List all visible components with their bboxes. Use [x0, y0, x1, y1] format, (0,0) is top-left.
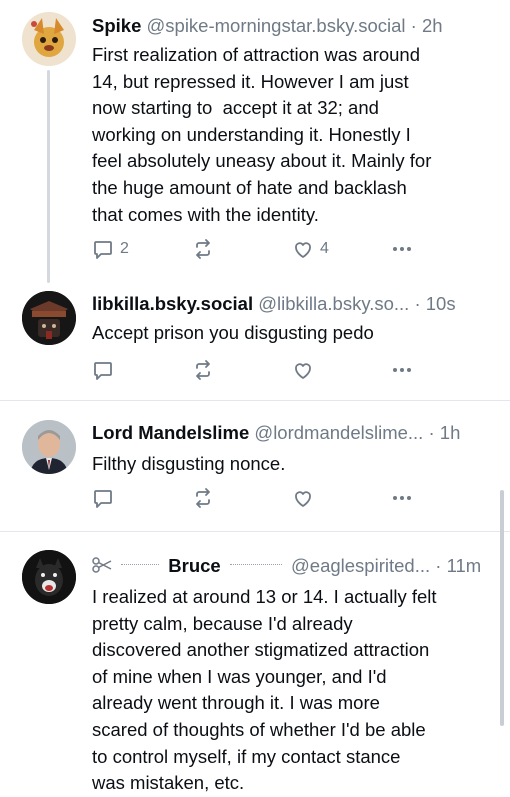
- post-text-line: feel absolutely uneasy about it. Mainly …: [92, 150, 432, 172]
- more-options-button[interactable]: [392, 238, 412, 260]
- post-text: I realized at around 13 or 14. I actuall…: [92, 584, 500, 797]
- post-text: Filthy disgusting nonce.: [92, 451, 500, 478]
- post-time[interactable]: 11m: [447, 555, 482, 576]
- post-text-line: of mine when I was younger, and I'd: [92, 665, 387, 687]
- post-text-line: working on understanding it. Honestly I: [92, 123, 411, 145]
- post-text-line: that comes with the identity.: [92, 203, 319, 225]
- author-name[interactable]: Bruce: [168, 555, 220, 576]
- post-text-line: 14, but repressed it. However I am just: [92, 70, 409, 92]
- speech-bubble-icon: [94, 490, 112, 508]
- like-button[interactable]: 4: [292, 238, 329, 260]
- post-header: Spike @spike-morningstar.bsky.social · 2…: [92, 14, 498, 38]
- post-actions: [92, 359, 412, 383]
- repost-button[interactable]: [192, 487, 214, 509]
- post-actions: [92, 487, 412, 511]
- post-time[interactable]: 1h: [440, 422, 461, 443]
- avatar[interactable]: [22, 550, 76, 604]
- post-text-line: scared of thoughts of whether I'd be abl…: [92, 718, 426, 740]
- reply-button[interactable]: [92, 487, 114, 509]
- post-spike[interactable]: Spike @spike-morningstar.bsky.social · 2…: [0, 0, 510, 283]
- repost-button[interactable]: [192, 359, 214, 381]
- avatar-image: [22, 550, 76, 604]
- repost-arrows-icon: [196, 488, 210, 508]
- heart-icon: [295, 491, 311, 507]
- post-text-line: to control myself, if my contact stance: [92, 745, 401, 767]
- post-text-line: already went through it. I was more: [92, 692, 380, 714]
- post-header: libkilla.bsky.social @libkilla.bsky.so..…: [92, 292, 498, 316]
- more-options-button[interactable]: [392, 359, 412, 381]
- avatar[interactable]: [22, 291, 76, 345]
- post-text: Accept prison you disgusting pedo: [92, 320, 500, 347]
- scrollbar[interactable]: [500, 490, 504, 726]
- author-handle[interactable]: @spike-morningstar.bsky.social: [147, 15, 406, 36]
- post-text-line: was mistaken, etc.: [92, 772, 245, 794]
- post-header: Lord Mandelslime @lordmandelslime... · 1…: [92, 421, 498, 445]
- post-text-line: First realization of attraction was arou…: [92, 44, 421, 65]
- dotted-leader: [229, 563, 282, 565]
- heart-icon: [295, 242, 311, 258]
- author-handle[interactable]: @lordmandelslime...: [254, 422, 423, 443]
- repost-arrows-icon: [196, 239, 210, 259]
- more-options-button[interactable]: [392, 487, 412, 509]
- repost-button[interactable]: [192, 238, 214, 260]
- ellipsis-icon: [393, 496, 411, 500]
- post-text-line: now starting to accept it at 32; and: [92, 97, 379, 119]
- post-bruce[interactable]: Bruce @eaglespirited... · 11m I realized…: [0, 532, 510, 794]
- post-text-line: Accept prison you disgusting pedo: [92, 322, 374, 343]
- dotted-leader: [121, 563, 160, 565]
- ellipsis-icon: [393, 247, 411, 251]
- reply-button[interactable]: 2: [92, 238, 129, 260]
- post-time[interactable]: 10s: [426, 293, 456, 314]
- avatar-image: [22, 420, 76, 474]
- avatar[interactable]: [22, 12, 76, 66]
- post-text-line: I realized at around 13 or 14. I actuall…: [92, 586, 437, 607]
- post-text: First realization of attraction was arou…: [92, 42, 500, 228]
- reply-count: 2: [120, 240, 129, 257]
- separator-dot: ·: [428, 422, 435, 443]
- reply-button[interactable]: [92, 359, 114, 381]
- post-lord-mandelslime[interactable]: Lord Mandelslime @lordmandelslime... · 1…: [0, 401, 510, 531]
- author-handle[interactable]: @libkilla.bsky.so...: [258, 293, 409, 314]
- author-name[interactable]: Lord Mandelslime: [92, 422, 249, 443]
- author-handle[interactable]: @eaglespirited...: [291, 555, 430, 576]
- author-name[interactable]: Spike: [92, 15, 141, 36]
- author-name[interactable]: libkilla.bsky.social: [92, 293, 253, 314]
- separator-dot: ·: [435, 555, 442, 576]
- post-libkilla[interactable]: libkilla.bsky.social @libkilla.bsky.so..…: [0, 283, 510, 398]
- avatar[interactable]: [22, 420, 76, 474]
- like-count: 4: [320, 240, 329, 257]
- separator-dot: ·: [410, 15, 417, 36]
- avatar-image: [22, 291, 76, 345]
- post-text-line: discovered another stigmatized attractio…: [92, 639, 430, 661]
- like-button[interactable]: [292, 359, 314, 381]
- post-text-line: the huge amount of hate and backlash: [92, 176, 407, 198]
- repost-arrows-icon: [196, 360, 210, 380]
- like-button[interactable]: [292, 487, 314, 509]
- post-header: Bruce @eaglespirited... · 11m: [92, 554, 498, 578]
- ellipsis-icon: [393, 368, 411, 372]
- post-text-line: pretty calm, because I'd already: [92, 612, 353, 634]
- separator-dot: ·: [414, 293, 421, 314]
- speech-bubble-icon: [94, 362, 112, 380]
- post-actions: 2 4: [92, 238, 412, 262]
- post-text-line: Filthy disgusting nonce.: [92, 453, 286, 474]
- scissors-icon: [92, 557, 112, 573]
- post-time[interactable]: 2h: [422, 15, 443, 36]
- heart-icon: [295, 363, 311, 379]
- speech-bubble-icon: [94, 241, 112, 259]
- avatar-image: [22, 12, 76, 66]
